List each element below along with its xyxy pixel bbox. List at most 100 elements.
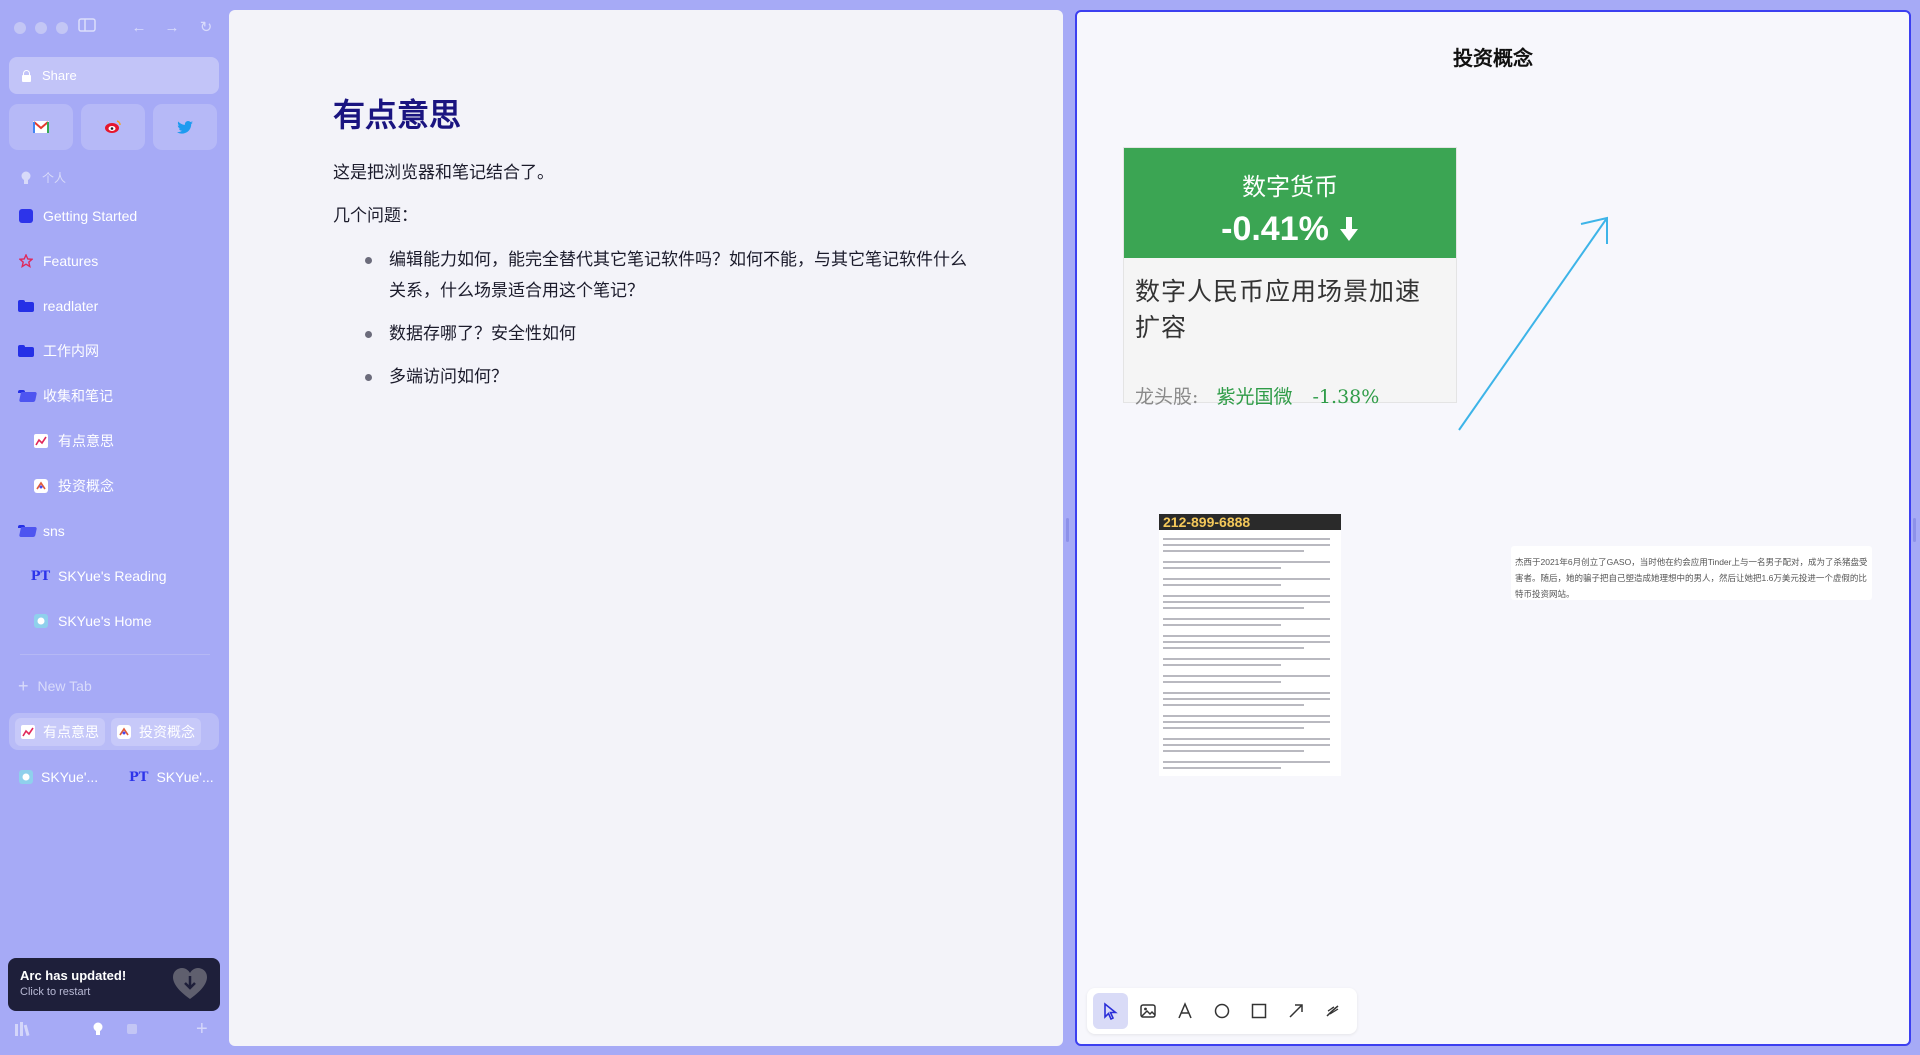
note-bullet-list: 编辑能力如何，能完全替代其它笔记软件吗？如何不能，与其它笔记软件什么关系，什么场… [363, 244, 973, 392]
section-personal[interactable]: 个人 [20, 169, 66, 186]
doc-paragraph [1163, 635, 1337, 649]
favorite-twitter[interactable] [153, 104, 217, 150]
cursor-icon [1103, 1002, 1118, 1020]
doc-paragraph [1163, 692, 1337, 706]
blue-square-icon [18, 209, 33, 224]
doc-text-lines [1159, 530, 1341, 776]
sidebar-toggle-icon[interactable] [76, 18, 98, 38]
sidebar-item-work-intranet[interactable]: 工作内网 [18, 340, 99, 362]
sidebar-item-youdianyisi[interactable]: 有点意思 [33, 430, 114, 452]
doc-paragraph [1163, 561, 1337, 569]
favorite-gmail[interactable] [9, 104, 73, 150]
doc-line [1163, 658, 1331, 660]
doc-line [1163, 715, 1331, 717]
pt-logo-icon: PT [129, 769, 149, 785]
circle-icon [1214, 1003, 1230, 1019]
update-notification[interactable]: Arc has updated! Click to restart [8, 958, 220, 1011]
canvas-title: 投资概念 [1453, 48, 1533, 70]
reload-icon[interactable]: ↻ [195, 18, 217, 38]
new-tab-label: New Tab [37, 678, 92, 694]
sidebar-item-label: 有点意思 [58, 433, 114, 449]
sidebar-item-features[interactable]: Features [18, 250, 98, 272]
drawn-arrow[interactable] [1457, 212, 1617, 432]
plus-icon: + [18, 676, 29, 696]
note-title: 有点意思 [333, 97, 462, 133]
split-tab-youdianyisi[interactable]: 有点意思 [15, 717, 105, 746]
doc-paragraph [1163, 761, 1337, 769]
gmail-icon [33, 121, 49, 133]
library-icon[interactable] [14, 1022, 32, 1040]
minimize-window-button[interactable] [35, 22, 47, 34]
arrow-icon [1289, 1004, 1304, 1018]
weibo-icon [105, 120, 121, 133]
sidebar-item-skyue-home[interactable]: SKYue's Home [33, 610, 152, 632]
forward-arrow-icon[interactable]: → [161, 18, 183, 38]
favorite-weibo[interactable] [81, 104, 145, 150]
doc-line [1163, 607, 1304, 609]
zoom-window-button[interactable] [56, 22, 68, 34]
split-tab-label: 有点意思 [43, 723, 99, 740]
tab-skyue-reading[interactable]: PT SKYue'... [125, 767, 223, 787]
sidebar-item-sns[interactable]: sns [18, 520, 65, 542]
sidebar-item-collect-notes[interactable]: 收集和笔记 [18, 385, 113, 407]
doc-line [1163, 635, 1331, 637]
doc-line [1163, 641, 1331, 643]
note-content[interactable]: 有点意思 这是把浏览器和笔记结合了。 几个问题： 编辑能力如何，能完全替代其它笔… [333, 90, 973, 404]
share-bar[interactable]: Share [9, 57, 219, 94]
doc-line [1163, 767, 1282, 769]
back-arrow-icon[interactable]: ← [128, 18, 150, 38]
sidebar-item-skyue-reading[interactable]: PT SKYue's Reading [31, 565, 167, 587]
doc-line [1163, 618, 1331, 620]
close-window-button[interactable] [14, 22, 26, 34]
folder-open-icon [18, 389, 33, 404]
split-resize-handle[interactable] [1066, 518, 1069, 542]
sidebar-bottom-bar: + [0, 1019, 226, 1044]
section-label: 个人 [42, 171, 67, 185]
crypto-news-card[interactable]: 数字货币 -0.41% 数字人民币应用场景加速扩容 龙头股: 紫光国微 -1.3… [1123, 147, 1457, 408]
doc-line [1163, 595, 1331, 597]
leader-stock: 紫光国微 [1216, 386, 1293, 408]
arrow-tool[interactable] [1279, 993, 1314, 1029]
lightbulb-icon [21, 171, 31, 184]
card-leader-row: 龙头股: 紫光国微 -1.38% [1135, 382, 1445, 409]
note-paragraph: 几个问题： [333, 206, 418, 225]
add-space-icon[interactable]: + [196, 1019, 208, 1039]
select-tool[interactable] [1093, 993, 1129, 1029]
space-dot-icon[interactable] [126, 1022, 138, 1039]
doc-paragraph [1163, 675, 1337, 683]
sidebar-item-readlater[interactable]: readlater [18, 295, 98, 317]
space-lightbulb-icon[interactable] [92, 1022, 104, 1040]
split-view-tab[interactable]: 有点意思 投资概念 [9, 713, 219, 750]
rectangle-tool[interactable] [1242, 993, 1277, 1029]
sidebar-item-getting-started[interactable]: Getting Started [18, 205, 137, 227]
doc-line [1163, 750, 1304, 752]
doc-paragraph [1163, 595, 1337, 609]
sidebar-item-touzigainian[interactable]: 投资概念 [33, 475, 114, 497]
doc-line [1163, 721, 1331, 723]
folder-icon [18, 299, 34, 314]
tab-skyue-home[interactable]: SKYue'... [15, 767, 113, 787]
sidebar-item-label: Features [43, 253, 99, 269]
split-tab-touzigainian[interactable]: 投资概念 [111, 717, 201, 746]
tab-label: SKYue'... [156, 769, 214, 785]
pane-edge-handle[interactable] [1913, 518, 1916, 542]
image-tool[interactable] [1130, 993, 1165, 1029]
canvas-text-note[interactable]: 杰西于2021年6月创立了GASO，当时他在约会应用Tinder上与一名男子配对… [1511, 546, 1872, 600]
doc-paragraph [1163, 738, 1337, 752]
doc-line [1163, 761, 1331, 763]
card-body: 数字人民币应用场景加速扩容 龙头股: 紫光国微 -1.38% [1124, 258, 1456, 423]
new-tab-button[interactable]: + New Tab [18, 676, 92, 696]
doc-line [1163, 675, 1331, 677]
rectangle-icon [1251, 1003, 1267, 1019]
window-controls [14, 22, 68, 34]
card-header: 数字货币 -0.41% [1124, 148, 1456, 258]
doc-paragraph [1163, 618, 1337, 626]
doc-line [1163, 738, 1331, 740]
doc-line [1163, 538, 1331, 540]
note-sketch-icon [117, 724, 131, 739]
document-thumbnail[interactable]: 212-899-6888 [1159, 514, 1341, 776]
circle-tool[interactable] [1204, 993, 1239, 1029]
lock-icon [21, 69, 32, 82]
text-tool[interactable] [1167, 993, 1202, 1029]
pen-tool[interactable] [1316, 993, 1351, 1029]
